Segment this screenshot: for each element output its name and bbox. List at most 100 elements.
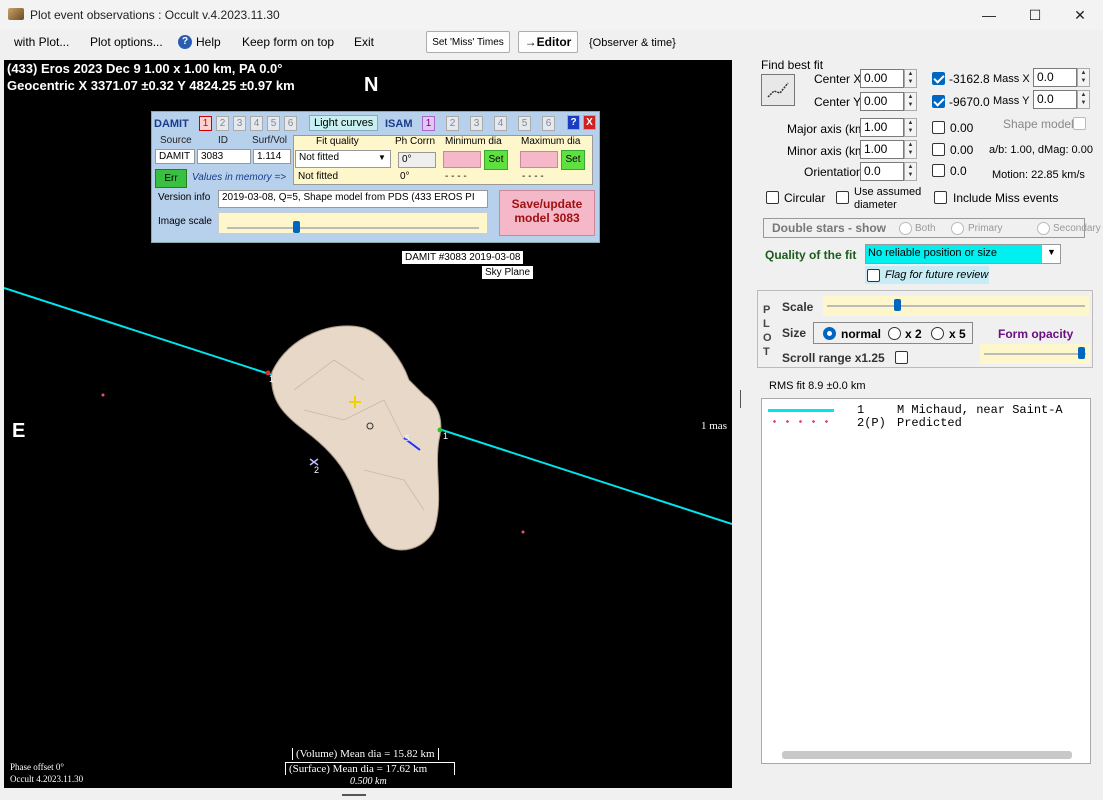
center-x-input[interactable]: 0.00 — [860, 69, 904, 88]
plot-letter-l: L — [763, 318, 770, 330]
flag-review-label: Flag for future review — [885, 269, 989, 281]
include-miss-checkbox[interactable] — [934, 191, 947, 204]
editor-button[interactable]: →Editor — [518, 31, 578, 53]
damit-num-4[interactable]: 4 — [250, 116, 263, 131]
fix-minor-axis-checkbox[interactable] — [932, 143, 945, 156]
splitter[interactable] — [740, 390, 741, 408]
min-dia-set-button[interactable]: Set — [484, 150, 508, 170]
center-y-label: Center Y — [814, 95, 862, 109]
values-memory-label: Values in memory => — [192, 172, 287, 183]
isam-num-5[interactable]: 5 — [518, 116, 531, 131]
max-memory-value: - - - - — [522, 171, 544, 182]
mass-x-label: Mass X — [993, 73, 1030, 85]
set-miss-times-button[interactable]: Set 'Miss' Times — [426, 31, 510, 53]
menu-exit[interactable]: Exit — [354, 35, 374, 49]
damit-num-2[interactable]: 2 — [216, 116, 229, 131]
damit-num-5[interactable]: 5 — [267, 116, 280, 131]
rms-fit-label: RMS fit 8.9 ±0.0 km — [769, 380, 866, 392]
chord-1-start-label: 1 — [269, 374, 275, 384]
major-axis-spinner[interactable]: ▲ ▼ — [904, 118, 917, 137]
scroll-range-checkbox[interactable] — [895, 351, 908, 364]
menu-keep-on-top[interactable]: Keep form on top — [242, 35, 334, 49]
menu-with-plot[interactable]: with Plot... — [14, 35, 69, 49]
secondary-radio[interactable] — [1037, 222, 1050, 235]
center-y-value: -9670.0 — [949, 95, 990, 109]
minimize-button[interactable]: — — [966, 0, 1012, 30]
damit-num-3[interactable]: 3 — [233, 116, 246, 131]
maximize-button[interactable]: ☐ — [1012, 0, 1058, 30]
mass-x-spinner[interactable]: ▲ ▼ — [1077, 68, 1090, 87]
isam-num-1[interactable]: 1 — [422, 116, 435, 131]
fix-major-axis-checkbox[interactable] — [932, 121, 945, 134]
center-y-input[interactable]: 0.00 — [860, 92, 904, 111]
circular-checkbox[interactable] — [766, 191, 779, 204]
fix-orientation-checkbox[interactable] — [932, 164, 945, 177]
chevron-down-icon: ▼ — [378, 153, 386, 162]
size-x5-radio[interactable] — [931, 327, 944, 340]
isam-num-6[interactable]: 6 — [542, 116, 555, 131]
max-dia-field[interactable] — [520, 151, 558, 168]
center-y-spinner[interactable]: ▲ ▼ — [904, 92, 917, 111]
chord-2-label: 2 — [314, 465, 320, 475]
fix-center-y-checkbox[interactable] — [932, 95, 945, 108]
major-axis-label: Major axis (km) — [787, 122, 870, 136]
fit-panel: Find best fit Center X 0.00 ▲ ▼ Center Y … — [753, 58, 1103, 800]
close-button[interactable]: ✕ — [1057, 0, 1103, 30]
legend-scrollbar[interactable] — [782, 751, 1072, 759]
damit-num-1[interactable]: 1 — [199, 116, 212, 131]
minor-axis-spinner[interactable]: ▲ ▼ — [904, 140, 917, 159]
menu-help[interactable]: Help — [196, 35, 221, 49]
scale-thumb[interactable] — [894, 299, 901, 311]
light-curves-button[interactable]: Light curves — [309, 115, 379, 131]
flag-review-checkbox[interactable] — [867, 269, 880, 282]
damit-num-6[interactable]: 6 — [284, 116, 297, 131]
find-best-fit-button[interactable] — [761, 74, 795, 106]
chord-1-end-marker — [437, 427, 443, 433]
image-scale-thumb[interactable] — [293, 221, 300, 233]
version-info-field: 2019-03-08, Q=5, Shape model from PDS (4… — [218, 190, 488, 208]
major-axis-input[interactable]: 1.00 — [860, 118, 904, 137]
err-button[interactable]: Err — [155, 169, 187, 188]
fix-center-x-checkbox[interactable] — [932, 72, 945, 85]
damit-model-label: DAMIT #3083 2019-03-08 — [402, 251, 524, 264]
mass-y-input[interactable]: 0.0 — [1033, 90, 1077, 109]
max-dia-set-button[interactable]: Set — [561, 150, 585, 170]
shape-model-checkbox[interactable] — [1073, 117, 1086, 130]
circular-label: Circular — [784, 191, 826, 205]
fit-quality-select[interactable]: Not fitted — [295, 150, 391, 168]
scale-bar-label: 0.500 km — [350, 776, 387, 787]
both-radio[interactable] — [899, 222, 912, 235]
bottom-grip[interactable] — [342, 794, 366, 796]
orientation-input[interactable]: 0.0 — [860, 162, 904, 181]
save-update-model-button[interactable]: Save/update model 3083 — [499, 190, 595, 236]
mass-x-input[interactable]: 0.0 — [1033, 68, 1077, 87]
ph-corrn-field[interactable]: 0° — [398, 152, 436, 168]
damit-help-button[interactable]: ? — [567, 115, 580, 130]
major-axis-value: 0.00 — [950, 121, 974, 135]
use-assumed-diameter-label: Use assumed diameter — [854, 186, 922, 211]
predicted-dot-1 — [101, 393, 105, 397]
id-field: 3083 — [197, 149, 251, 164]
size-x2-radio[interactable] — [888, 327, 901, 340]
isam-num-2[interactable]: 2 — [446, 116, 459, 131]
isam-num-4[interactable]: 4 — [494, 116, 507, 131]
form-opacity-thumb[interactable] — [1078, 347, 1085, 359]
orientation-spinner[interactable]: ▲ ▼ — [904, 162, 917, 181]
isam-num-3[interactable]: 3 — [470, 116, 483, 131]
minor-axis-input[interactable]: 1.00 — [860, 140, 904, 159]
damit-close-button[interactable]: X — [583, 115, 596, 130]
size-normal-radio[interactable] — [823, 327, 836, 340]
scale-slider[interactable] — [823, 296, 1089, 316]
use-assumed-diameter-checkbox[interactable] — [836, 191, 849, 204]
menu-plot-options[interactable]: Plot options... — [90, 35, 163, 49]
plot-letter-t: T — [763, 346, 770, 358]
center-x-spinner[interactable]: ▲ ▼ — [904, 69, 917, 88]
mass-y-spinner[interactable]: ▲ ▼ — [1077, 90, 1090, 109]
form-opacity-slider[interactable] — [980, 344, 1090, 364]
chart-icon — [767, 82, 789, 98]
surface-diameter-label: (Surface) Mean dia = 17.62 km — [285, 762, 455, 775]
primary-radio[interactable] — [951, 222, 964, 235]
image-scale-slider[interactable] — [218, 212, 488, 234]
damit-label: DAMIT — [154, 118, 189, 130]
min-dia-field[interactable] — [443, 151, 481, 168]
